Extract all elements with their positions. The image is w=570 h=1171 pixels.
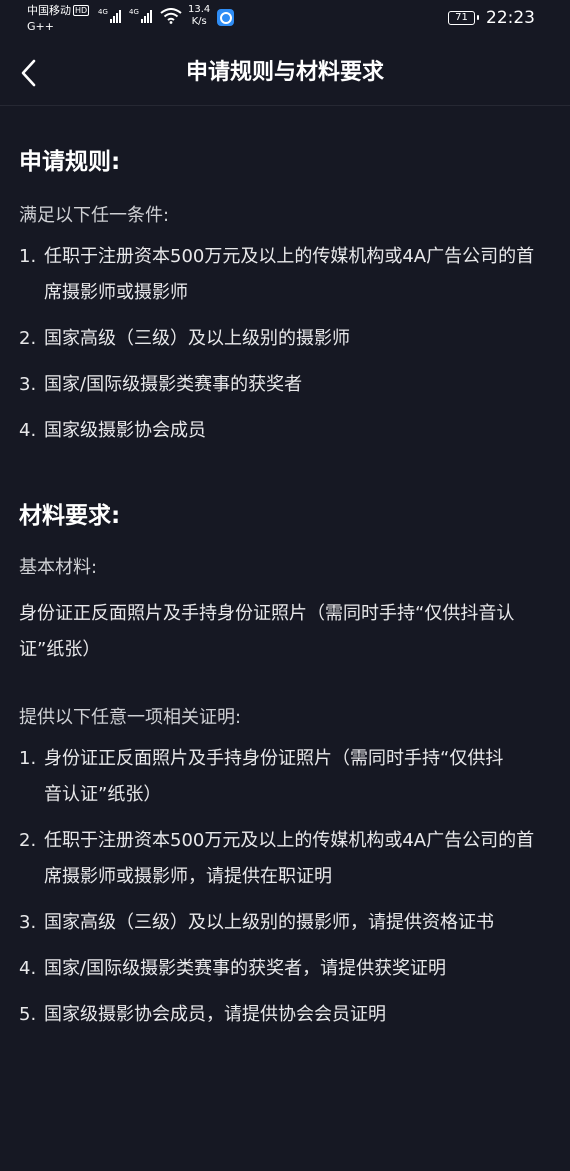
materials-title: 材料要求: xyxy=(19,503,121,529)
list-item: 4. 国家/国际级摄影类赛事的获奖者，请提供获奖证明 xyxy=(19,958,447,979)
page-title: 申请规则与材料要求 xyxy=(185,60,384,85)
list-item: 2. 国家高级（三级）及以上级别的摄影师 xyxy=(19,328,350,349)
network-speed: 13.4 K/s xyxy=(188,4,211,27)
list-item: 4. 国家级摄影协会成员 xyxy=(19,420,206,441)
signal-icon: 4G xyxy=(98,9,121,23)
battery-icon: 71 xyxy=(448,11,479,25)
nav-bar: 申请规则与材料要求 xyxy=(0,38,570,106)
list-item: 3. 国家高级（三级）及以上级别的摄影师，请提供资格证书 xyxy=(19,912,494,933)
list-item: 3. 国家/国际级摄影类赛事的获奖者 xyxy=(19,374,303,395)
main-content: 申请规则: 满足以下任一条件: 1. 任职于注册资本500万元及以上的传媒机构或… xyxy=(0,106,570,1033)
battery-level: 71 xyxy=(455,12,468,23)
status-bar: 中国移动 HD G++ 4G 4G 13.4 K/s 71 22:23 xyxy=(0,0,570,38)
basic-materials-text: 身份证正反面照片及手持身份证照片（需同时手持“仅供抖音认证”纸张） xyxy=(19,603,515,660)
carrier-name: 中国移动 xyxy=(27,4,71,17)
list-item: 1. 任职于注册资本500万元及以上的传媒机构或4A广告公司的首席摄影师或摄影师 xyxy=(19,246,535,303)
proof-label: 提供以下任意一项相关证明: xyxy=(19,707,242,728)
search-app-icon xyxy=(217,9,234,26)
carrier-sub-label: G++ xyxy=(27,20,54,33)
list-item: 5. 国家级摄影协会成员，请提供协会会员证明 xyxy=(19,1004,386,1025)
carrier-label: 中国移动 HD xyxy=(27,4,90,17)
hd-badge: HD xyxy=(73,5,90,16)
signal-icon-2: 4G xyxy=(129,9,152,23)
rules-intro: 满足以下任一条件: xyxy=(19,205,170,226)
basic-materials-label: 基本材料: xyxy=(19,557,98,578)
list-item: 1. 身份证正反面照片及手持身份证照片（需同时手持“仅供抖音认证”纸张） xyxy=(19,748,504,805)
wifi-icon xyxy=(160,8,182,24)
list-item: 2. 任职于注册资本500万元及以上的传媒机构或4A广告公司的首席摄影师或摄影师… xyxy=(19,830,535,887)
rules-title: 申请规则: xyxy=(19,149,121,175)
proof-list: 1. 身份证正反面照片及手持身份证照片（需同时手持“仅供抖音认证”纸张） 2. … xyxy=(19,741,551,1033)
rules-section: 申请规则: 满足以下任一条件: 1. 任职于注册资本500万元及以上的传媒机构或… xyxy=(19,147,551,449)
materials-section: 材料要求: 基本材料: 身份证正反面照片及手持身份证照片（需同时手持“仅供抖音认… xyxy=(19,501,551,1033)
clock: 22:23 xyxy=(486,8,535,28)
rules-list: 1. 任职于注册资本500万元及以上的传媒机构或4A广告公司的首席摄影师或摄影师… xyxy=(19,239,551,449)
